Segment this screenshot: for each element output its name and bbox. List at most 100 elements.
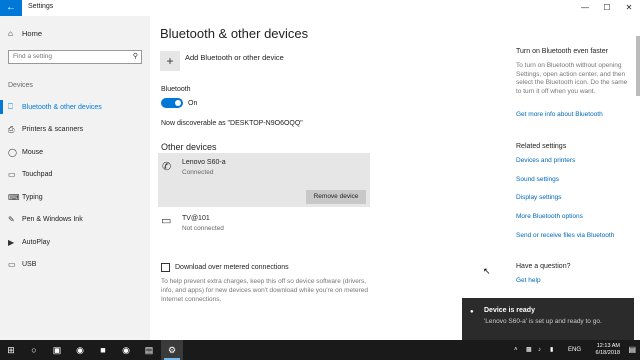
sidebar-item-bluetooth[interactable]: ⎕ Bluetooth & other devices — [0, 96, 150, 119]
plus-icon: + — [160, 51, 180, 71]
link-display-settings[interactable]: Display settings — [516, 194, 562, 201]
search-icon: ⚲ — [132, 53, 138, 60]
maximize-button[interactable]: ☐ — [596, 0, 618, 16]
bullet-icon: ● — [470, 309, 474, 315]
start-icon[interactable]: ⊞ — [0, 340, 22, 360]
add-device-label: Add Bluetooth or other device — [185, 52, 284, 62]
device-status: Not connected — [182, 225, 224, 232]
sidebar-item-usb[interactable]: ▭ USB — [0, 254, 150, 277]
metered-help-text: To help prevent extra charges, keep this… — [161, 278, 368, 303]
close-button[interactable]: ✕ — [618, 0, 640, 16]
related-settings-heading: Related settings — [516, 143, 567, 150]
bluetooth-toggle[interactable] — [161, 98, 183, 108]
sidebar-section-label: Devices — [8, 82, 33, 89]
sidebar-item-label: Bluetooth & other devices — [22, 103, 102, 111]
metered-label: Download over metered connections — [175, 264, 289, 271]
sidebar-item-label: Touchpad — [22, 171, 53, 179]
get-help-link[interactable]: Get help — [516, 277, 541, 284]
turn-on-heading: Turn on Bluetooth even faster — [516, 48, 608, 55]
sidebar: ⌂ Home Find a setting ⚲ Devices ⎕ Blueto… — [0, 16, 150, 340]
scrollbar[interactable] — [636, 36, 640, 96]
bluetooth-label: Bluetooth — [161, 86, 191, 93]
home-label: Home — [22, 29, 43, 38]
sidebar-item-autoplay[interactable]: ▶ AutoPlay — [0, 231, 150, 254]
touchpad-icon: ▭ — [8, 170, 16, 180]
sidebar-item-label: Pen & Windows Ink — [22, 216, 83, 224]
cortana-icon[interactable]: ○ — [23, 340, 45, 360]
bluetooth-toggle-row: On — [161, 98, 197, 108]
window-title: Settings — [28, 3, 54, 10]
sidebar-item-label: USB — [22, 261, 37, 269]
settings-icon[interactable]: ⚙ — [161, 340, 183, 360]
usb-icon: ▭ — [8, 260, 16, 270]
network-icon[interactable]: ▩ — [526, 340, 532, 360]
phone-icon: ✆ — [162, 161, 172, 173]
bluetooth-icon: ⎕ — [8, 102, 13, 112]
volume-icon[interactable]: ♪ — [538, 340, 541, 360]
display-icon: ▭ — [161, 215, 172, 227]
link-more-bluetooth[interactable]: More Bluetooth options — [516, 213, 583, 220]
bluetooth-info-link[interactable]: Get more info about Bluetooth — [516, 111, 603, 118]
device-item[interactable]: ▭ TV@101 Not connected — [158, 212, 370, 240]
tray-chevron-icon[interactable]: ˄ — [514, 340, 518, 360]
add-device-button[interactable]: + Add Bluetooth or other device — [160, 51, 284, 71]
sidebar-nav: ⎕ Bluetooth & other devices ⎙ Printers &… — [0, 96, 150, 276]
home-link[interactable]: ⌂ Home — [8, 29, 42, 38]
other-devices-heading: Other devices — [161, 142, 217, 152]
clock-time: 12:13 AM — [596, 343, 620, 349]
edge-icon[interactable]: ◉ — [69, 340, 91, 360]
bluetooth-state: On — [188, 99, 198, 107]
metered-checkbox[interactable] — [161, 263, 170, 272]
discoverable-text: Now discoverable as "DESKTOP-N9O6OQQ" — [161, 120, 303, 127]
metered-row: Download over metered connections — [161, 263, 289, 272]
taskbar-clock[interactable]: 12:13 AM 6/18/2018 — [596, 343, 620, 357]
link-sound-settings[interactable]: Sound settings — [516, 176, 559, 183]
printer-icon: ⎙ — [8, 124, 15, 134]
sidebar-item-pen[interactable]: ✎ Pen & Windows Ink — [0, 209, 150, 232]
mouse-icon: ◯ — [8, 147, 17, 157]
autoplay-icon: ▶ — [8, 237, 15, 247]
device-name: TV@101 — [182, 215, 210, 222]
question-heading: Have a question? — [516, 263, 571, 270]
mouse-cursor-icon: ↖ — [483, 266, 491, 276]
title-bar: ← Settings — ☐ ✕ — [0, 0, 640, 16]
file-explorer-icon[interactable]: ▤ — [138, 340, 160, 360]
battery-icon[interactable]: ▮ — [550, 340, 553, 360]
device-status: Connected — [182, 169, 214, 176]
app-icon[interactable]: ■ — [92, 340, 114, 360]
sidebar-item-typing[interactable]: ⌨ Typing — [0, 186, 150, 209]
turn-on-text: To turn on Bluetooth without opening Set… — [516, 62, 628, 95]
sidebar-item-printers[interactable]: ⎙ Printers & scanners — [0, 119, 150, 142]
link-send-receive[interactable]: Send or receive files via Bluetooth — [516, 232, 614, 239]
device-name: Lenovo S60-a — [182, 159, 226, 166]
search-input[interactable]: Find a setting ⚲ — [8, 50, 142, 64]
sidebar-item-touchpad[interactable]: ▭ Touchpad — [0, 164, 150, 187]
task-view-icon[interactable]: ▣ — [46, 340, 68, 360]
device-item-selected[interactable]: ✆ Lenovo S60-a Connected Remove device — [158, 153, 370, 207]
main-content: Bluetooth & other devices + Add Bluetoot… — [150, 16, 510, 340]
window-controls: — ☐ ✕ — [574, 0, 640, 16]
pen-icon: ✎ — [8, 215, 15, 225]
home-icon: ⌂ — [8, 29, 13, 38]
sidebar-item-label: Printers & scanners — [22, 126, 84, 134]
search-placeholder: Find a setting — [13, 53, 53, 60]
keyboard-icon: ⌨ — [8, 192, 20, 202]
link-devices-printers[interactable]: Devices and printers — [516, 157, 575, 164]
minimize-button[interactable]: — — [574, 0, 596, 16]
toast-message: 'Lenovo S60-a' is set up and ready to go… — [484, 318, 602, 325]
toast-title: Device is ready — [484, 307, 535, 314]
back-arrow-icon[interactable]: ← — [0, 0, 22, 16]
clock-date: 6/18/2018 — [595, 350, 620, 356]
remove-device-button[interactable]: Remove device — [306, 190, 366, 204]
language-indicator[interactable]: ENG — [568, 340, 581, 360]
taskbar: ⊞ ○ ▣ ◉ ■ ◉ ▤ ⚙ ˄ ▩ ♪ ▮ ENG 12:13 AM 6/1… — [0, 340, 640, 360]
sidebar-item-mouse[interactable]: ◯ Mouse — [0, 141, 150, 164]
sidebar-item-label: Mouse — [22, 148, 44, 156]
toast-notification[interactable]: ● Device is ready 'Lenovo S60-a' is set … — [462, 298, 634, 340]
chrome-icon[interactable]: ◉ — [115, 340, 137, 360]
sidebar-item-label: Typing — [22, 193, 43, 201]
right-panel: Turn on Bluetooth even faster To turn on… — [510, 16, 640, 340]
page-title: Bluetooth & other devices — [160, 26, 309, 41]
action-center-icon[interactable]: ▤ — [628, 340, 636, 360]
sidebar-item-label: AutoPlay — [22, 238, 51, 246]
